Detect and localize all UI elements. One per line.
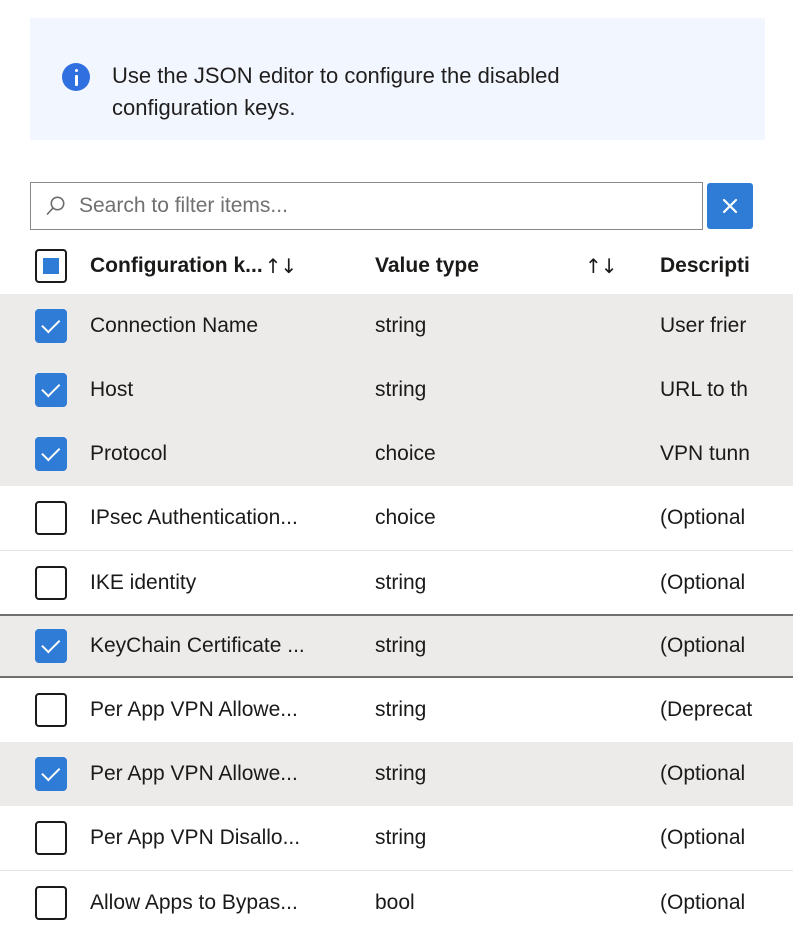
cell-configuration-key: Connection Name	[90, 314, 375, 338]
info-banner: Use the JSON editor to configure the dis…	[30, 18, 765, 140]
cell-description: (Optional	[660, 891, 793, 915]
cell-configuration-key: Protocol	[90, 442, 375, 466]
table-row[interactable]: KeyChain Certificate ... string (Optiona…	[0, 614, 793, 678]
cell-value-type: choice	[375, 506, 660, 530]
table-row[interactable]: Connection Name string User frier	[0, 294, 793, 358]
cell-description: (Optional	[660, 506, 793, 530]
search-input[interactable]	[79, 191, 702, 221]
table-row[interactable]: IKE identity string (Optional	[0, 550, 793, 614]
row-checkbox[interactable]	[35, 373, 67, 407]
column-header-configuration-key-label: Configuration k...	[90, 254, 263, 278]
row-checkbox-cell	[0, 757, 90, 791]
cell-value-type: string	[375, 826, 660, 850]
cell-description: User frier	[660, 314, 793, 338]
cell-description: (Optional	[660, 826, 793, 850]
cell-configuration-key: KeyChain Certificate ...	[90, 634, 375, 658]
row-checkbox-cell	[0, 437, 90, 471]
sort-icon-configuration-key[interactable]: ↑↓	[265, 254, 297, 278]
row-checkbox[interactable]	[35, 566, 67, 600]
column-header-description-label: Descripti	[660, 254, 750, 278]
column-header-configuration-key[interactable]: Configuration k... ↑↓	[90, 254, 375, 278]
column-header-description[interactable]: Descripti	[660, 254, 793, 278]
cell-value-type: string	[375, 314, 660, 338]
cell-value-type: string	[375, 571, 660, 595]
cell-configuration-key: Per App VPN Allowe...	[90, 698, 375, 722]
search-icon	[45, 195, 67, 217]
cell-value-type: string	[375, 698, 660, 722]
cell-configuration-key: Per App VPN Allowe...	[90, 762, 375, 786]
row-checkbox[interactable]	[35, 693, 67, 727]
cell-description: VPN tunn	[660, 442, 793, 466]
header-checkbox-cell	[0, 249, 90, 283]
search-box[interactable]	[30, 182, 703, 230]
cell-value-type: bool	[375, 891, 660, 915]
cell-value-type: choice	[375, 442, 660, 466]
row-checkbox-cell	[0, 566, 90, 600]
clear-search-button[interactable]	[707, 183, 753, 229]
configuration-keys-table: Configuration k... ↑↓ Value type ↑↓ Desc…	[0, 238, 793, 939]
table-header-row: Configuration k... ↑↓ Value type ↑↓ Desc…	[0, 238, 793, 294]
info-banner-message: Use the JSON editor to configure the dis…	[112, 60, 622, 124]
row-checkbox-cell	[0, 886, 90, 920]
select-all-checkbox[interactable]	[35, 249, 67, 283]
cell-description: (Optional	[660, 571, 793, 595]
sort-icon-value-type[interactable]: ↑↓	[585, 254, 617, 278]
row-checkbox-cell	[0, 501, 90, 535]
row-checkbox-cell	[0, 309, 90, 343]
column-header-value-type-label: Value type	[375, 254, 479, 278]
column-header-value-type[interactable]: Value type ↑↓	[375, 254, 660, 278]
config-keys-panel: Use the JSON editor to configure the dis…	[0, 0, 793, 939]
table-row[interactable]: IPsec Authentication... choice (Optional	[0, 486, 793, 550]
table-row[interactable]: Per App VPN Allowe... string (Optional	[0, 742, 793, 806]
table-row[interactable]: Per App VPN Disallo... string (Optional	[0, 806, 793, 870]
row-checkbox[interactable]	[35, 309, 67, 343]
search-row	[30, 182, 765, 230]
cell-configuration-key: Allow Apps to Bypas...	[90, 891, 375, 915]
table-row[interactable]: Protocol choice VPN tunn	[0, 422, 793, 486]
row-checkbox-cell	[0, 629, 90, 663]
cell-value-type: string	[375, 378, 660, 402]
cell-description: URL to th	[660, 378, 793, 402]
cell-description: (Deprecat	[660, 698, 793, 722]
row-checkbox[interactable]	[35, 629, 67, 663]
cell-description: (Optional	[660, 634, 793, 658]
row-checkbox[interactable]	[35, 886, 67, 920]
row-checkbox[interactable]	[35, 757, 67, 791]
table-row[interactable]: Host string URL to th	[0, 358, 793, 422]
cell-value-type: string	[375, 634, 660, 658]
cell-description: (Optional	[660, 762, 793, 786]
info-icon	[62, 63, 90, 91]
cell-configuration-key: IKE identity	[90, 571, 375, 595]
cell-configuration-key: Per App VPN Disallo...	[90, 826, 375, 850]
row-checkbox-cell	[0, 373, 90, 407]
row-checkbox[interactable]	[35, 501, 67, 535]
row-checkbox-cell	[0, 693, 90, 727]
row-checkbox[interactable]	[35, 437, 67, 471]
cell-value-type: string	[375, 762, 660, 786]
table-row[interactable]: Allow Apps to Bypas... bool (Optional	[0, 870, 793, 934]
cell-configuration-key: IPsec Authentication...	[90, 506, 375, 530]
row-checkbox[interactable]	[35, 821, 67, 855]
row-checkbox-cell	[0, 821, 90, 855]
cell-configuration-key: Host	[90, 378, 375, 402]
table-row[interactable]: Per App VPN Allowe... string (Deprecat	[0, 678, 793, 742]
